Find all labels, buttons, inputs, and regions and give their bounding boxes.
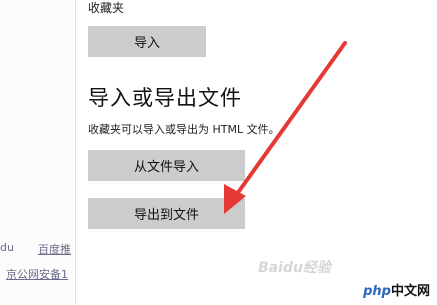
favorites-label: 收藏夹 — [88, 1, 125, 15]
section-title: 导入或导出文件 — [88, 86, 242, 110]
export-to-file-button[interactable]: 导出到文件 — [88, 198, 245, 229]
left-page-strip: du 百度推 京公网安备1 — [0, 0, 76, 305]
logo-suffix: 中文网 — [390, 284, 430, 299]
left-link-beian[interactable]: 京公网安备1 — [6, 266, 68, 282]
baidu-watermark: Baidu经验 — [258, 260, 331, 276]
logo-prefix: php — [363, 284, 391, 299]
left-link-baidu[interactable]: 百度推 — [38, 241, 71, 257]
import-button[interactable]: 导入 — [88, 26, 206, 57]
import-from-file-button[interactable]: 从文件导入 — [88, 150, 245, 181]
left-link-du[interactable]: du — [0, 241, 14, 254]
php-cn-logo: php中文网 — [358, 281, 435, 303]
section-description: 收藏夹可以导入或导出为 HTML 文件。 — [88, 123, 280, 136]
favorites-settings-panel: 收藏夹 导入 导入或导出文件 收藏夹可以导入或导出为 HTML 文件。 从文件导… — [76, 0, 437, 305]
